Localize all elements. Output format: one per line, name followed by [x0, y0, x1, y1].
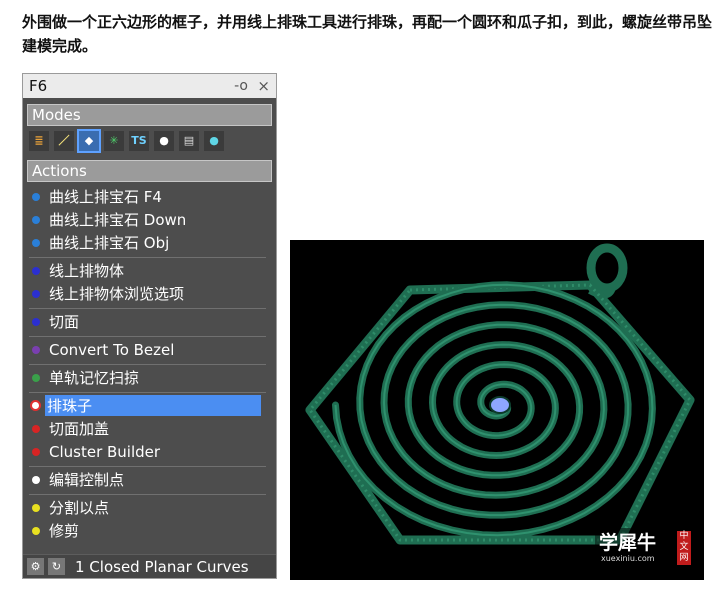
- action-label: 排珠子: [45, 395, 261, 416]
- action-label: 修剪: [49, 522, 80, 540]
- gem-icon[interactable]: ◆: [77, 129, 101, 153]
- color-dot-icon: [32, 266, 40, 275]
- action-item[interactable]: 排珠子: [29, 394, 266, 417]
- pin-icon[interactable]: -o: [234, 74, 248, 98]
- status-text: 1 Closed Planar Curves: [75, 557, 249, 576]
- action-group: 分割以点 修剪: [29, 495, 266, 545]
- action-label: 曲线上排宝石 Down: [49, 211, 187, 229]
- color-dot-icon: [32, 345, 40, 354]
- intro-paragraph: 外围做一个正六边形的框子，并用线上排珠工具进行排珠，再配一个圆环和瓜子扣，到此，…: [22, 13, 713, 55]
- action-group: 曲线上排宝石 F4 曲线上排宝石 Down 曲线上排宝石 Obj: [29, 184, 266, 258]
- modes-heading: Modes: [27, 104, 272, 126]
- color-dot-icon: [32, 447, 40, 456]
- action-label: 切面: [49, 313, 80, 331]
- ts-icon[interactable]: TS: [129, 131, 149, 151]
- action-label: 曲线上排宝石 F4: [49, 188, 162, 206]
- action-label: 编辑控制点: [49, 471, 125, 489]
- close-icon[interactable]: ×: [257, 74, 270, 98]
- action-group: Convert To Bezel: [29, 337, 266, 365]
- action-group: 编辑控制点: [29, 467, 266, 495]
- color-dot-icon: [30, 400, 41, 411]
- center-gemstone: [489, 396, 511, 414]
- panel-titlebar: F6 -o ×: [23, 74, 276, 98]
- user-icon[interactable]: ●: [154, 131, 174, 151]
- color-dot-icon: [32, 373, 40, 382]
- action-item[interactable]: 编辑控制点: [29, 468, 266, 491]
- color-dot-icon: [32, 317, 40, 326]
- list-icon[interactable]: ≣: [29, 131, 49, 151]
- action-label: Cluster Builder: [49, 442, 161, 461]
- color-dot-icon: [32, 289, 40, 298]
- color-dot-icon: [32, 526, 40, 535]
- action-item[interactable]: Cluster Builder: [29, 440, 266, 463]
- color-dot-icon: [32, 424, 40, 433]
- sphere-icon[interactable]: ●: [204, 131, 224, 151]
- action-label: 曲线上排宝石 Obj: [49, 234, 170, 252]
- panel-title: F6: [29, 77, 48, 95]
- f6-panel: F6 -o × Modes ≣ ／ ◆ ✳ TS ● ▤ ● Actions 曲线上排宝石 F…: [22, 73, 277, 579]
- watermark-url: xuexiniu.com: [601, 554, 655, 563]
- watermark-text: 学犀牛: [599, 532, 657, 554]
- action-item[interactable]: 线上排物体浏览选项: [29, 282, 266, 305]
- color-dot-icon: [32, 503, 40, 512]
- action-label: Convert To Bezel: [49, 340, 175, 359]
- action-label: 分割以点: [49, 499, 110, 517]
- action-item[interactable]: 单轨记忆扫掠: [29, 366, 266, 389]
- color-dot-icon: [32, 475, 40, 484]
- action-item[interactable]: 分割以点: [29, 496, 266, 519]
- color-dot-icon: [32, 192, 40, 201]
- color-dot-icon: [32, 215, 40, 224]
- action-label: 切面加盖: [49, 420, 110, 438]
- modes-toolbar: ≣ ／ ◆ ✳ TS ● ▤ ●: [23, 126, 276, 154]
- action-item[interactable]: 曲线上排宝石 F4: [29, 185, 266, 208]
- action-label: 单轨记忆扫掠: [49, 369, 140, 387]
- color-dot-icon: [32, 238, 40, 247]
- watermark-badge: 中文网: [677, 531, 691, 565]
- status-bar: ⚙ ↻ 1 Closed Planar Curves: [23, 554, 276, 578]
- action-group: 排珠子切面加盖 Cluster Builder: [29, 393, 266, 467]
- action-item[interactable]: Convert To Bezel: [29, 338, 266, 361]
- bail-loop: [586, 243, 628, 293]
- action-group: 线上排物体线上排物体浏览选项: [29, 258, 266, 309]
- watermark-logo: 学犀牛 xuexiniu.com 中文网: [595, 528, 693, 568]
- action-item[interactable]: 曲线上排宝石 Down: [29, 208, 266, 231]
- action-label: 线上排物体浏览选项: [49, 285, 185, 303]
- refresh-icon[interactable]: ↻: [48, 558, 65, 575]
- actions-list: 曲线上排宝石 F4 曲线上排宝石 Down 曲线上排宝石 Obj 线上排物体 线上排物体…: [23, 182, 276, 545]
- actions-heading: Actions: [27, 160, 272, 182]
- curve-icon[interactable]: ／: [54, 131, 74, 151]
- action-group: 切面: [29, 309, 266, 337]
- settings-icon[interactable]: ⚙: [27, 558, 44, 575]
- action-item[interactable]: 曲线上排宝石 Obj: [29, 231, 266, 254]
- action-item[interactable]: 修剪: [29, 519, 266, 542]
- pendant-render-image: 学犀牛 xuexiniu.com 中文网: [290, 240, 704, 580]
- action-item[interactable]: 线上排物体: [29, 259, 266, 282]
- lattice-icon[interactable]: ✳: [104, 131, 124, 151]
- action-label: 线上排物体: [49, 262, 125, 280]
- action-item[interactable]: 切面加盖: [29, 417, 266, 440]
- action-group: 单轨记忆扫掠: [29, 365, 266, 393]
- document-icon[interactable]: ▤: [179, 131, 199, 151]
- action-item[interactable]: 切面: [29, 310, 266, 333]
